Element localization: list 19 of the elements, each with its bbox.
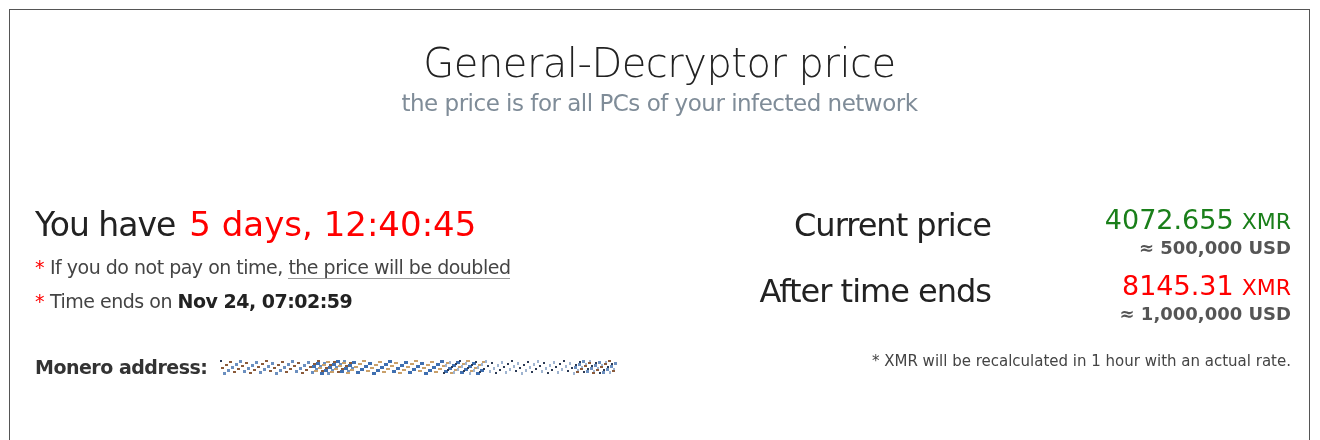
note-text: If you do not pay on time, the price will be doubled	[50, 256, 511, 278]
page-title: General-Decryptor price	[423, 39, 896, 88]
address-label: Monero address:	[35, 356, 208, 378]
price-amount: 8145.31	[1122, 270, 1234, 301]
asterisk-mark: *	[35, 256, 44, 278]
currency-unit: XMR	[1241, 209, 1291, 234]
note-text: Time ends on Nov 24, 07:02:59	[50, 290, 353, 312]
price-label: After time ends	[758, 271, 991, 312]
usd-amount: ≈ 500,000 USD	[1138, 237, 1291, 258]
asterisk-mark: *	[35, 290, 44, 312]
price-amount: 4072.655	[1104, 204, 1234, 235]
usd-amount: ≈ 1,000,000 USD	[1119, 303, 1291, 324]
currency-unit: XMR	[1241, 275, 1291, 300]
price-label: Current price	[793, 205, 991, 246]
countdown-label: You have	[35, 205, 176, 244]
subtitle: the price is for all PCs of your infected network	[401, 89, 918, 118]
footnote: * XMR will be recalculated in 1 hour with an actual rate.	[871, 352, 1291, 370]
doubled-price-link[interactable]: the price will be doubled	[288, 256, 511, 279]
countdown-timer: 5 days, 12:40:45	[189, 204, 477, 244]
